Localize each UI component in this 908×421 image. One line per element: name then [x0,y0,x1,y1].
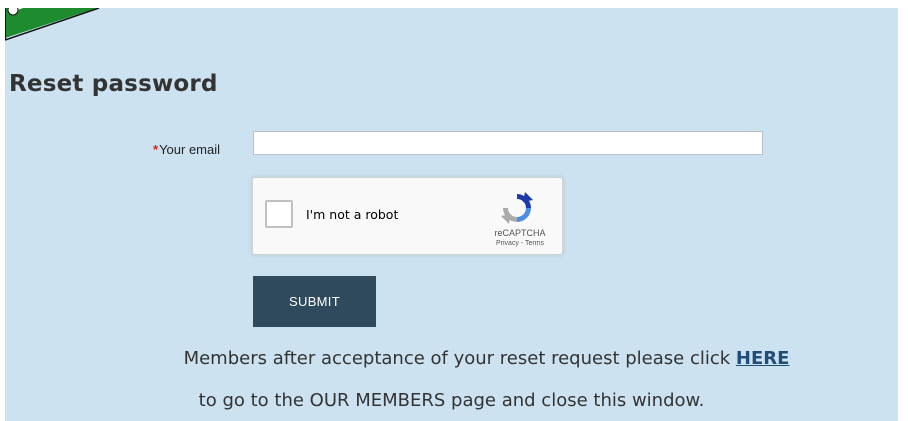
recaptcha-checkbox[interactable] [265,200,293,228]
recaptcha-brand: reCAPTCHA [494,228,546,238]
page-title: Reset password [9,71,218,97]
submit-button[interactable]: SUBMIT [253,276,376,327]
email-input[interactable] [253,131,763,155]
recaptcha-widget: I'm not a robot reCAPTCHA Privacy - Term… [252,177,563,255]
terms-link[interactable]: Terms [525,240,544,247]
required-marker: * [153,142,159,157]
info-line-2: to go to the OUR MEMBERS page and close … [198,390,705,411]
privacy-link[interactable]: Privacy [496,240,519,247]
here-link[interactable]: HERE [736,348,790,369]
recaptcha-links: Privacy - Terms [489,240,551,247]
info-line-1: Members after acceptance of your reset r… [75,348,898,369]
email-label-text: Your email [159,142,221,157]
email-label: *Your email [153,142,220,157]
info-text-1: Members after acceptance of your reset r… [183,348,736,369]
content-panel: Reset password *Your email I'm not a rob… [5,8,898,421]
recaptcha-logo-icon [501,192,533,224]
club-logo-icon [5,8,100,41]
recaptcha-label: I'm not a robot [306,207,399,222]
